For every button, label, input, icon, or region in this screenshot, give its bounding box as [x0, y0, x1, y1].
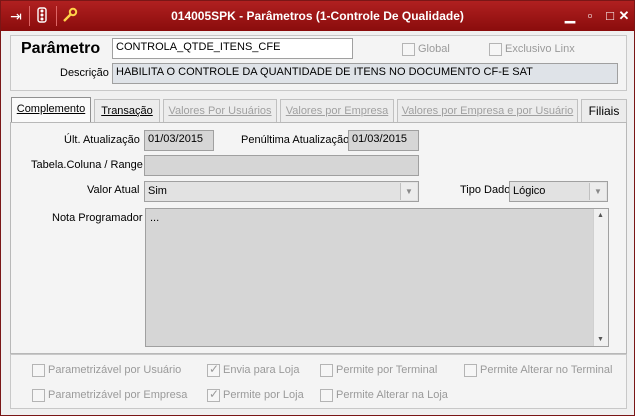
parametrizavel-usuario-checkbox[interactable] [32, 364, 45, 377]
tab-transacao[interactable]: Transação [94, 99, 160, 122]
chevron-down-icon[interactable]: ▼ [589, 183, 606, 200]
minimize-icon[interactable]: ▁ [561, 7, 579, 25]
permite-loja-label: Permite por Loja [223, 389, 304, 401]
permite-alterar-loja-label: Permite Alterar na Loja [336, 389, 448, 401]
tabela-coluna-field[interactable] [144, 155, 419, 176]
tab-strip: Complemento Transação Valores Por Usuári… [10, 97, 627, 123]
envia-para-loja-label: Envia para Loja [223, 364, 300, 376]
descricao-field[interactable]: HABILITA O CONTROLE DA QUANTIDADE DE ITE… [112, 63, 618, 84]
envia-para-loja-checkbox[interactable] [207, 362, 220, 377]
title-bar: ⇥ 014005SPK - Parâmetros (1-Controle De … [1, 1, 634, 31]
penultima-atualizacao-label: Penúltima Atualização [241, 134, 350, 146]
restore-icon[interactable]: ▫ [581, 7, 599, 25]
parametro-label: Parâmetro [21, 40, 101, 57]
exclusivo-linx-label: Exclusivo Linx [505, 43, 575, 55]
permite-alterar-terminal-label: Permite Alterar no Terminal [480, 364, 613, 376]
global-checkbox[interactable] [402, 43, 415, 56]
tipo-dado-value: Lógico [513, 185, 546, 197]
scroll-down-icon[interactable]: ▼ [597, 336, 604, 343]
tabela-coluna-label: Tabela.Coluna / Range [31, 159, 143, 171]
ult-atualizacao-label: Últ. Atualização [64, 134, 140, 146]
valor-atual-select[interactable]: Sim ▼ [144, 181, 419, 202]
tab-filiais[interactable]: Filiais [581, 99, 627, 122]
parametrizavel-empresa-checkbox[interactable] [32, 389, 45, 402]
tab-valores-por-empresa-usuario[interactable]: Valores por Empresa e por Usuário [397, 99, 578, 122]
scroll-up-icon[interactable]: ▲ [597, 212, 604, 219]
window-title: 014005SPK - Parâmetros (1-Controle De Qu… [171, 9, 464, 23]
parametrizavel-usuario-label: Parametrizável por Usuário [48, 364, 182, 376]
tab-valores-por-usuarios[interactable]: Valores Por Usuários [163, 99, 277, 122]
tab-complemento[interactable]: Complemento [11, 97, 91, 123]
permite-alterar-terminal-checkbox[interactable] [464, 364, 477, 377]
valor-atual-value: Sim [148, 185, 167, 197]
tab-valores-por-empresa[interactable]: Valores por Empresa [280, 99, 394, 122]
ult-atualizacao-field[interactable]: 01/03/2015 [144, 130, 214, 151]
close-icon[interactable]: ✕ [615, 7, 633, 25]
nota-programador-label: Nota Programador [52, 212, 143, 224]
exclusivo-linx-checkbox[interactable] [489, 43, 502, 56]
parametrizavel-empresa-label: Parametrizável por Empresa [48, 389, 188, 401]
tipo-dado-select[interactable]: Lógico ▼ [509, 181, 608, 202]
chevron-down-icon[interactable]: ▼ [400, 183, 417, 200]
nota-programador-text: ... [150, 212, 160, 224]
tipo-dado-label: Tipo Dado [460, 184, 511, 196]
parametros-window: ⇥ 014005SPK - Parâmetros (1-Controle De … [0, 0, 635, 416]
permite-alterar-loja-checkbox[interactable] [320, 389, 333, 402]
valor-atual-label: Valor Atual [87, 184, 140, 196]
permite-terminal-label: Permite por Terminal [336, 364, 438, 376]
permite-loja-checkbox[interactable] [207, 387, 220, 402]
parameter-header: Parâmetro CONTROLA_QTDE_ITENS_CFE Global… [10, 35, 627, 91]
memo-scrollbar[interactable]: ▲ ▼ [593, 209, 608, 346]
descricao-label: Descrição [60, 67, 109, 79]
parametro-field[interactable]: CONTROLA_QTDE_ITENS_CFE [112, 38, 353, 59]
permite-terminal-checkbox[interactable] [320, 364, 333, 377]
nota-programador-memo[interactable]: ... ▲ ▼ [145, 208, 609, 347]
penultima-atualizacao-field[interactable]: 01/03/2015 [348, 130, 419, 151]
global-label: Global [418, 43, 450, 55]
